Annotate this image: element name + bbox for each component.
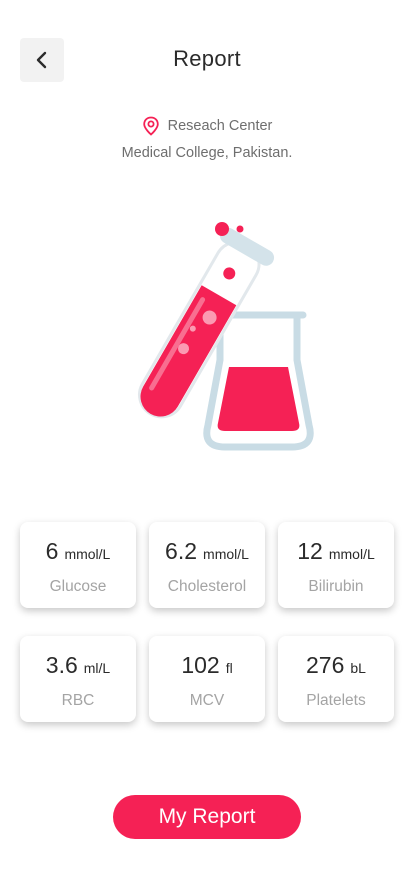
metric-unit: bL	[350, 660, 366, 676]
metric-card-bilirubin[interactable]: 12 mmol/L Bilirubin	[278, 522, 394, 608]
metric-label: Bilirubin	[308, 578, 364, 595]
location-line1: Reseach Center	[167, 118, 273, 134]
metric-unit: ml/L	[83, 660, 111, 676]
metric-value: 6.2	[165, 538, 198, 564]
metric-label: RBC	[61, 692, 95, 709]
bubble-large	[215, 222, 229, 236]
metric-unit: mmol/L	[203, 546, 249, 562]
location-pin-icon	[142, 116, 159, 136]
location-line2: Medical College, Pakistan.	[121, 145, 293, 161]
metric-value: 102	[181, 652, 220, 678]
metric-value: 276	[306, 652, 345, 678]
page-title: Report	[173, 46, 241, 71]
metric-unit: mmol/L	[64, 546, 111, 562]
bubble-small	[236, 225, 244, 233]
metric-label: Glucose	[49, 578, 107, 595]
location-name: Reseach Center	[0, 116, 414, 136]
metric-card-cholesterol[interactable]: 6.2 mmol/L Cholesterol	[149, 522, 265, 608]
metric-value: 6	[45, 538, 59, 564]
metric-value: 3.6	[45, 652, 78, 678]
lab-test-illustration	[138, 222, 314, 451]
metric-card-glucose[interactable]: 6 mmol/L Glucose	[20, 522, 136, 608]
metric-value: 12	[297, 538, 323, 564]
my-report-button[interactable]: My Report	[113, 795, 301, 839]
metric-label: MCV	[189, 692, 225, 709]
metric-unit: fl	[225, 660, 233, 676]
metric-card-platelets[interactable]: 276 bL Platelets	[278, 636, 394, 722]
metric-label: Platelets	[306, 692, 366, 709]
metric-card-mcv[interactable]: 102 fl MCV	[149, 636, 265, 722]
metric-card-rbc[interactable]: 3.6 ml/L RBC	[20, 636, 136, 722]
metric-unit: mmol/L	[328, 546, 375, 562]
metric-label: Cholesterol	[167, 578, 247, 595]
